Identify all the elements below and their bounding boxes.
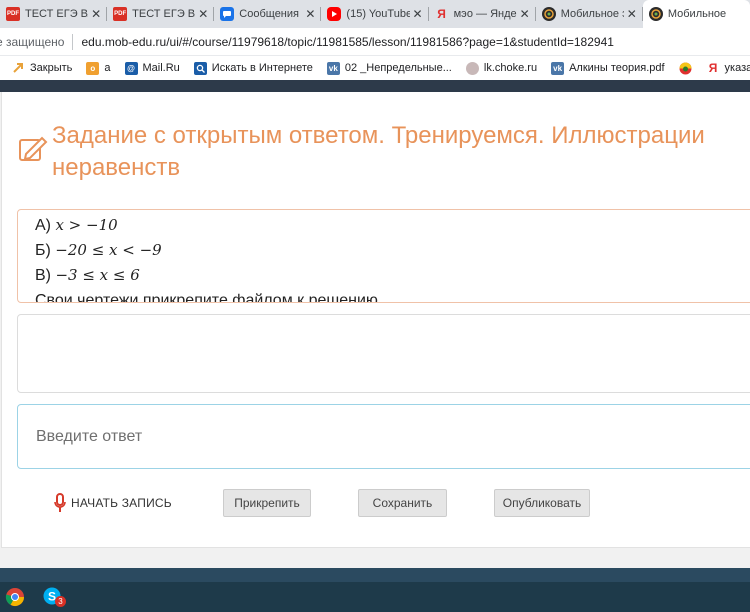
bookmark-label: Искать в Интернете [211,62,313,74]
tab-messages[interactable]: Сообщения ✕ [214,0,322,28]
tab-title: (15) YouTube [346,8,410,20]
divider [72,33,74,50]
tab-title: ТЕСТ ЕГЭ ВАРИАНТ [25,8,88,20]
inequality-expression: −20 ≤ x < −9 [55,241,162,259]
mailru-icon: @ [124,61,138,75]
site-header [0,80,750,92]
tab-youtube[interactable]: (15) YouTube ✕ [321,0,429,28]
taskbar-top-strip [0,568,750,582]
address-bar[interactable]: е защищено edu.mob-edu.ru/ui/#/course/11… [0,28,750,56]
bookmark-label: указательные наре... [724,62,750,74]
answer-input[interactable] [17,404,750,469]
inequality-a: А) x > −10 [35,213,750,238]
page-title: Задание с открытым ответом. Тренируемся.… [52,122,705,181]
youtube-icon [327,7,342,21]
tab-title: Мобильное электронное [560,8,624,20]
bookmark-label: а [104,62,111,74]
inequality-expression: −3 ≤ x ≤ 6 [55,266,140,284]
notification-badge: 3 [55,596,66,607]
close-icon[interactable]: ✕ [627,7,637,21]
bookmark-vk-alkiny[interactable]: vk Алкины теория.pdf [551,61,665,75]
site-icon [465,61,479,75]
bookmark-close[interactable]: Закрыть [12,62,72,75]
bookmark-label: Закрыть [30,62,73,74]
item-label: Б) [35,242,56,259]
mob-edu-icon [541,7,556,21]
chrome-icon [5,588,25,607]
mob-edu-icon [648,7,663,21]
pdf-icon: PDF [6,7,20,21]
pdf-icon: PDF [113,7,128,21]
vk-icon: vk [326,61,340,75]
action-bar: НАЧАТЬ ЗАПИСЬ Прикрепить Сохранить Опубл… [2,489,750,519]
security-status[interactable]: е защищено [0,35,64,49]
vk-icon: vk [551,61,565,75]
search-icon [193,61,207,75]
inequality-b: Б) −20 ≤ x < −9 [35,238,750,263]
bookmark-mailru[interactable]: @ Mail.Ru [124,61,180,75]
browser-window: PDF ТЕСТ ЕГЭ ВАРИАНТ ✕ PDF ТЕСТ ЕГЭ ВАРИ… [0,0,750,612]
record-label: НАЧАТЬ ЗАПИСЬ [71,496,172,510]
skype-taskbar-button[interactable]: S 3 [38,582,68,612]
bookmark-yandex-ukazatelnye[interactable]: Я указательные наре... [707,61,750,75]
bookmarks-bar: Закрыть о а @ Mail.Ru Искать в Интернете… [0,56,750,80]
bookmark-label: 02 _Непредельные... [344,62,452,74]
tab-test-ege-1[interactable]: PDF ТЕСТ ЕГЭ ВАРИАНТ ✕ [0,0,108,28]
bookmark-label: Mail.Ru [142,62,180,74]
task-card: Задание с открытым ответом. Тренируемся.… [1,92,750,548]
colorful-circle-icon [679,62,692,75]
bookmark-label: Алкины теория.pdf [569,62,665,74]
yandex-icon: Я [437,7,446,21]
bookmark-vk-nepredelnye[interactable]: vk 02 _Непредельные... [326,61,452,75]
bookmark-lk-choke[interactable]: lk.choke.ru [465,61,538,75]
tab-mob-edu-active[interactable]: Мобильное [642,0,750,28]
item-label: А) [35,217,56,234]
inequality-expression: x > −10 [55,216,118,234]
tab-title: ТЕСТ ЕГЭ ВАРИАНТ [132,8,195,20]
tab-title: мэо — Яндекс [453,8,517,20]
chat-icon [220,7,235,21]
close-icon[interactable]: ✕ [198,7,208,21]
close-icon[interactable]: ✕ [305,7,315,21]
page-content: Задание с открытым ответом. Тренируемся.… [0,92,750,568]
start-recording-button[interactable]: НАЧАТЬ ЗАПИСЬ [54,493,172,513]
tab-title: Мобильное [667,8,727,20]
tab-strip: PDF ТЕСТ ЕГЭ ВАРИАНТ ✕ PDF ТЕСТ ЕГЭ ВАРИ… [0,0,750,28]
bookmark-label: lk.choke.ru [483,62,538,74]
os-taskbar: S 3 [0,568,750,612]
publish-button[interactable]: Опубликовать [494,489,590,517]
tab-mob-edu-1[interactable]: Мобильное электронное ✕ [536,0,643,28]
tab-test-ege-2[interactable]: PDF ТЕСТ ЕГЭ ВАРИАНТ ✕ [107,0,215,28]
task-statement: А) x > −10 Б) −20 ≤ x < −9 В) −3 ≤ x ≤ 6… [17,209,750,303]
bookmark-search[interactable]: Искать в Интернете [193,61,313,75]
attach-button[interactable]: Прикрепить [223,489,311,517]
pencil-edit-icon [19,136,48,161]
bookmark-odnoklassniki[interactable]: о а [86,61,111,75]
url-text[interactable]: edu.mob-edu.ru/ui/#/course/11979618/topi… [81,35,613,49]
microphone-icon [54,493,66,512]
tab-yandex[interactable]: Я мэо — Яндекс ✕ [429,0,536,28]
attachment-area[interactable] [17,314,750,393]
bookmark-colorful[interactable] [679,62,697,75]
task-note: Свои чертежи прикрепите файлом к решению [35,292,378,303]
tab-title: Сообщения [239,8,299,20]
yandex-icon: Я [708,61,718,75]
bookmark-arrow-icon [12,62,25,75]
odnoklassniki-icon: о [86,61,100,75]
inequality-c: В) −3 ≤ x ≤ 6 [35,263,750,288]
save-button[interactable]: Сохранить [358,489,447,517]
chrome-taskbar-button[interactable] [0,582,30,612]
close-icon[interactable]: ✕ [520,7,530,21]
close-icon[interactable]: ✕ [413,7,423,21]
close-icon[interactable]: ✕ [91,7,101,21]
item-label: В) [35,267,56,284]
